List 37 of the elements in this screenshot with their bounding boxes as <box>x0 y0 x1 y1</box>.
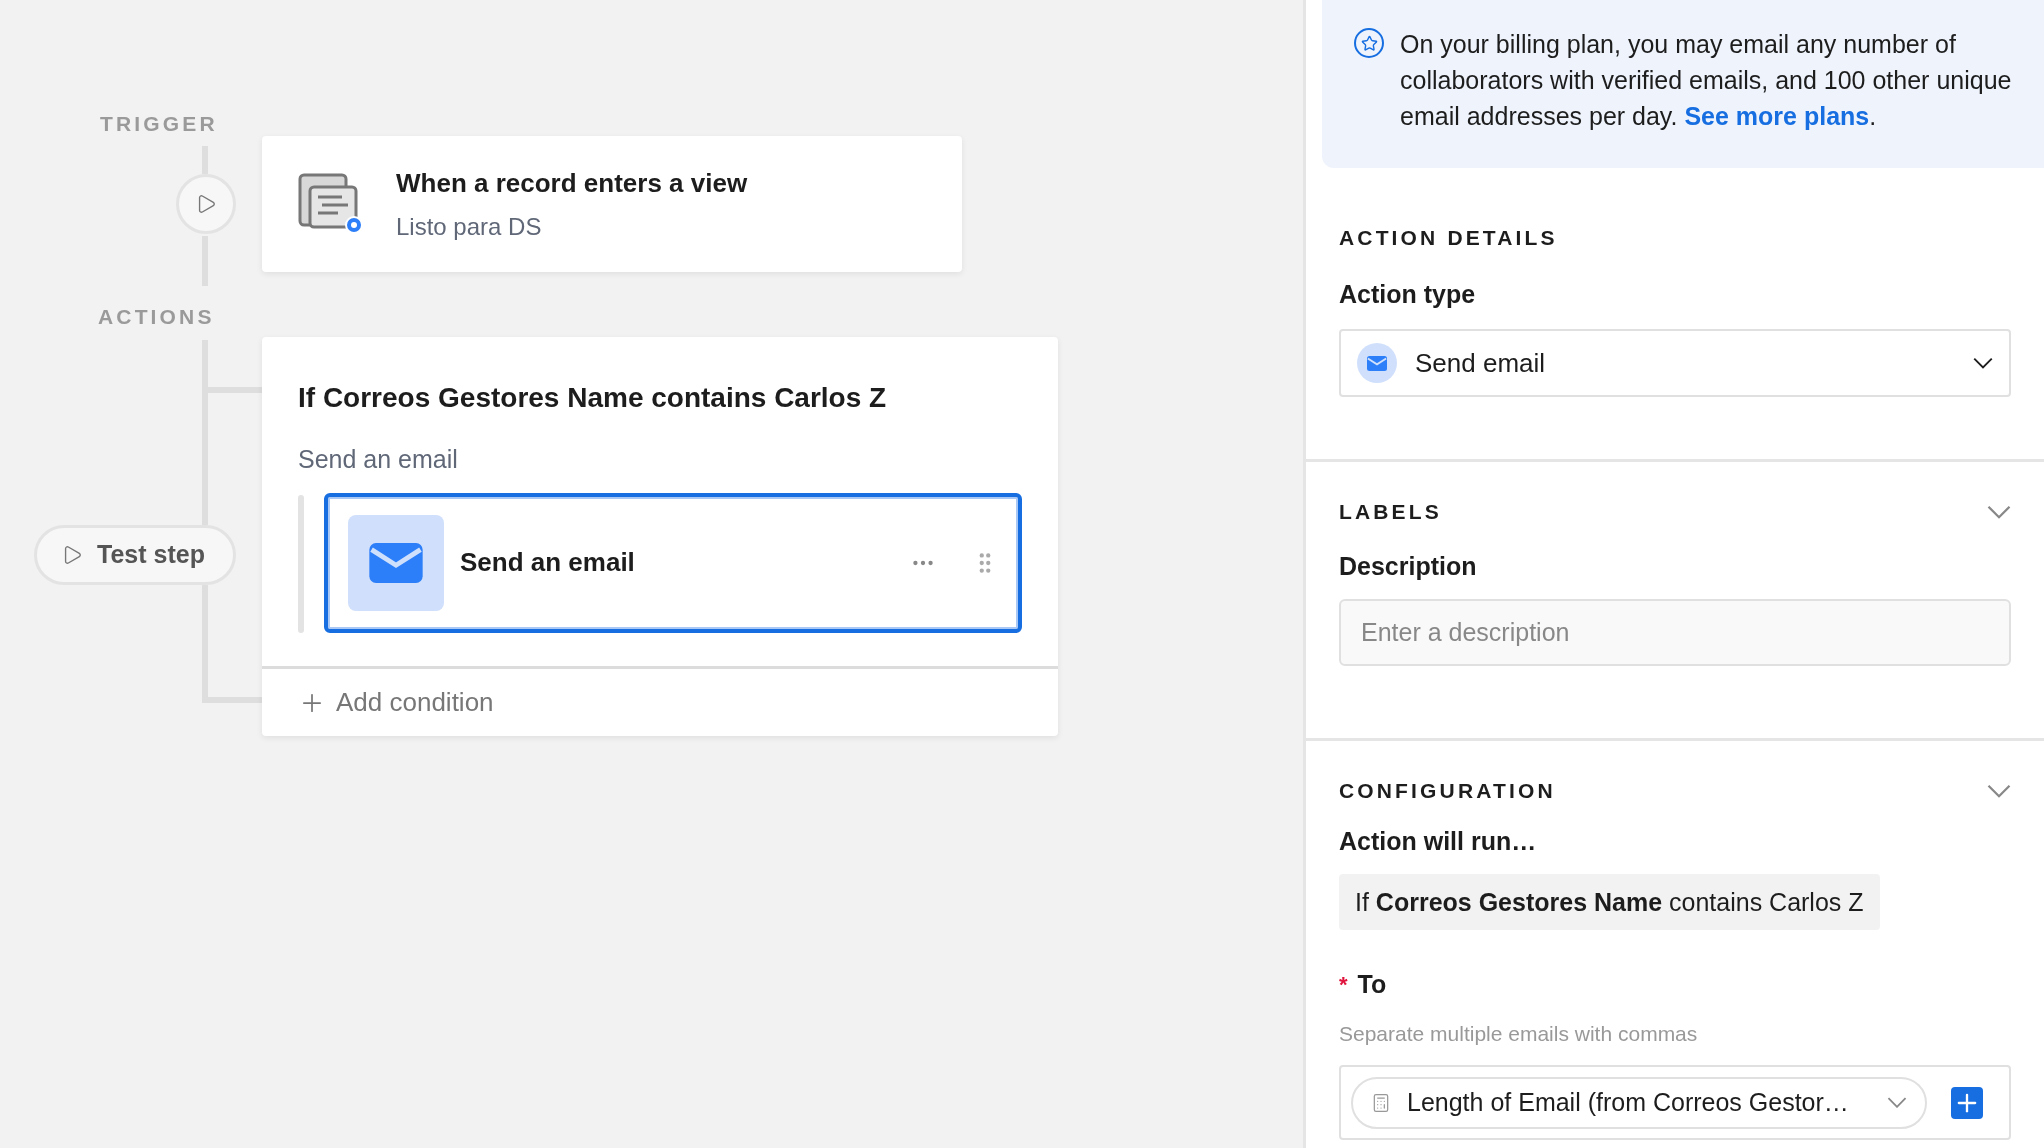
chevron-icon[interactable] <box>1987 504 2011 519</box>
recipient-token[interactable]: Length of Email (from Correos Gestor… <box>1351 1076 1927 1129</box>
test-step-button[interactable]: Test step <box>34 525 236 585</box>
envelope-icon <box>1367 355 1387 371</box>
section-heading: LABELS <box>1339 499 1442 525</box>
section-heading: CONFIGURATION <box>1339 778 1556 804</box>
field-label: Description <box>1339 550 1478 582</box>
field-label: Action type <box>1339 278 1477 310</box>
add-recipient-button[interactable] <box>1951 1086 1983 1119</box>
required-mark: * <box>1339 971 1348 1000</box>
trigger-card[interactable]: When a record enters a view Listo para DS <box>262 136 962 272</box>
notice-text: On your billing plan, you may email any number of collaborators with verified emails, and 100 other unique email addresses per day. See more plans. <box>1400 29 2013 132</box>
step-label: Send an email <box>460 546 636 579</box>
field-label: To <box>1357 969 1387 1000</box>
section-label: TRIGGER <box>100 111 218 137</box>
recipient-field[interactable]: Length of Email (from Correos Gestor… <box>1339 1065 2011 1140</box>
section-heading: ACTION DETAILS <box>1339 225 1558 251</box>
condition-subtitle: Send an email <box>298 444 459 475</box>
star-badge-icon <box>1354 28 1384 58</box>
plans-link[interactable]: See more plans <box>1684 102 1870 130</box>
chevron-icon[interactable] <box>1987 783 2011 798</box>
field-hint: Separate multiple emails with commas <box>1339 1020 1699 1047</box>
section-label: ACTIONS <box>98 304 215 330</box>
chevron-icon <box>1973 357 1993 369</box>
condition-chip: If Correos Gestores Name contains Carlos Z <box>1339 874 1880 930</box>
add-condition-button[interactable]: Add condition <box>298 683 494 722</box>
envelope-icon <box>369 542 423 583</box>
field-label: Action will run… <box>1339 825 1538 857</box>
description-field[interactable]: Enter a description <box>1339 599 2011 666</box>
trigger-subtitle: Listo para DS <box>396 211 543 242</box>
condition-title: If Correos Gestores Name contains Carlos Z <box>298 381 888 415</box>
trigger-title: When a record enters a view <box>396 166 748 200</box>
action-type-select[interactable]: Send email <box>1339 329 2011 397</box>
table-view-icon <box>298 173 364 235</box>
email-step-card[interactable]: Send an email <box>324 492 1022 633</box>
calculator-icon <box>1371 1092 1391 1113</box>
chevron-icon <box>1887 1097 1907 1108</box>
